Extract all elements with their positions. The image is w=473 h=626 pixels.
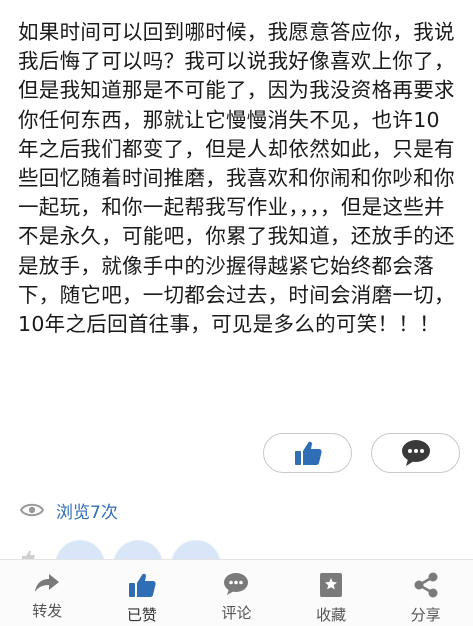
thumbs-up-icon	[128, 572, 156, 598]
comment-tab-button[interactable]: 评论	[189, 560, 284, 626]
bookmark-icon	[319, 572, 343, 598]
liked-button[interactable]: 已赞	[95, 560, 190, 626]
share-label: 分享	[410, 606, 441, 624]
comment-button[interactable]	[371, 433, 460, 473]
eye-icon	[20, 502, 44, 518]
comment-label: 评论	[221, 604, 252, 622]
share-arrow-icon	[34, 572, 60, 594]
favorite-button[interactable]: 收藏	[284, 560, 379, 626]
liked-label: 已赞	[126, 606, 157, 624]
share-nodes-icon	[413, 572, 439, 598]
like-button[interactable]	[263, 433, 352, 473]
forward-button[interactable]: 转发	[0, 560, 95, 626]
favorite-label: 收藏	[316, 606, 347, 624]
comment-icon	[223, 572, 249, 596]
view-count: 浏览7次	[20, 498, 118, 523]
bottom-toolbar: 转发 已赞 评论 收藏 分享	[0, 559, 473, 626]
share-button[interactable]: 分享	[378, 560, 473, 626]
view-count-label: 浏览7次	[56, 502, 118, 523]
thumbs-up-icon	[294, 440, 322, 466]
forward-label: 转发	[32, 602, 63, 620]
chat-bubble-icon	[401, 439, 431, 467]
post-content: 如果时间可以回到哪时候，我愿意答应你，我说我后悔了可以吗？我可以说我好像喜欢上你…	[18, 20, 455, 337]
